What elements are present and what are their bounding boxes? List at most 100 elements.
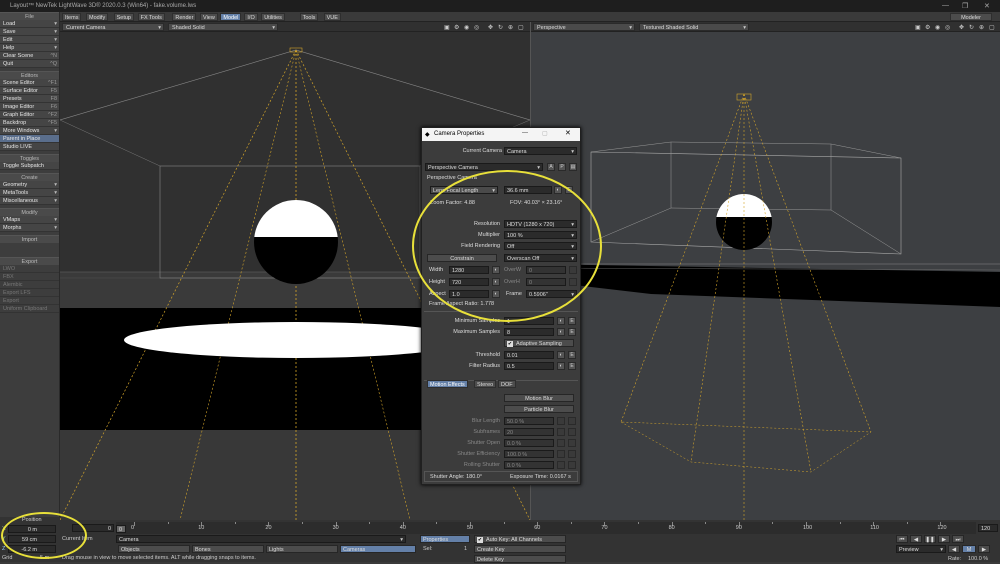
maximize-view-icon[interactable]: ▢ bbox=[518, 24, 524, 31]
cameras-button[interactable]: Cameras bbox=[340, 545, 416, 553]
editors-item-parent-in-place[interactable]: Parent in Place bbox=[0, 135, 59, 143]
file-item-help[interactable]: Help ▾ bbox=[0, 44, 59, 52]
create-key-button[interactable]: Create Key bbox=[474, 545, 566, 553]
max-samples-e-button[interactable]: E bbox=[568, 328, 576, 336]
tab-tools[interactable]: Tools bbox=[299, 13, 319, 21]
tab-render[interactable]: Render bbox=[172, 13, 197, 21]
current-camera-select[interactable]: Camera bbox=[504, 147, 577, 155]
prev-key-icon[interactable]: ◀ bbox=[910, 535, 922, 543]
gear-icon[interactable]: ⚙ bbox=[925, 24, 930, 31]
tab-motion-effects[interactable]: Motion Effects bbox=[427, 380, 468, 388]
move-view-icon[interactable]: ✥ bbox=[959, 24, 964, 31]
export-item-export[interactable]: Export bbox=[0, 297, 59, 305]
last-frame-icon[interactable]: ⏭ bbox=[952, 535, 964, 543]
tab-i-o[interactable]: I/O bbox=[244, 13, 258, 21]
max-samples-envelope-icon[interactable]: ◐ bbox=[557, 328, 565, 336]
frame-slider-handle[interactable]: 0 bbox=[116, 525, 126, 533]
tab-items[interactable]: Items bbox=[62, 13, 82, 21]
export-item-export-lfs[interactable]: Export LFS bbox=[0, 289, 59, 297]
gear-icon[interactable]: ⚙ bbox=[454, 24, 459, 31]
auto-key-checkbox-icon[interactable]: ✔ bbox=[477, 537, 483, 543]
step-back-icon[interactable]: ◀ bbox=[948, 545, 960, 553]
eye-icon[interactable]: ◎ bbox=[474, 24, 479, 31]
tab-view[interactable]: View bbox=[200, 13, 218, 21]
motion-blur-button[interactable]: Motion Blur bbox=[504, 394, 574, 402]
current-item-select[interactable]: Camera bbox=[116, 535, 406, 543]
m-button[interactable]: M bbox=[962, 545, 976, 553]
file-item-edit[interactable]: Edit ▾ bbox=[0, 36, 59, 44]
editors-item-presets[interactable]: Presets F8 bbox=[0, 95, 59, 103]
viewport-right[interactable] bbox=[531, 32, 1000, 520]
rotate-view-icon[interactable]: ↻ bbox=[969, 24, 974, 31]
zoom-view-icon[interactable]: ⊕ bbox=[979, 24, 984, 31]
maximize-view-icon[interactable]: ▢ bbox=[989, 24, 995, 31]
pause-icon[interactable]: ❚❚ bbox=[924, 535, 936, 543]
threshold-envelope-icon[interactable]: ◐ bbox=[557, 351, 565, 359]
export-item-alembic[interactable]: Alembic bbox=[0, 281, 59, 289]
render-icon[interactable]: ◉ bbox=[464, 24, 469, 31]
filter-radius-field[interactable]: 0.5 bbox=[504, 362, 554, 370]
maximize-icon[interactable]: ❐ bbox=[962, 2, 968, 10]
viewport-right-shading-select[interactable]: Textured Shaded Solid bbox=[639, 23, 749, 32]
next-key-icon[interactable]: ▶ bbox=[938, 535, 950, 543]
timeline[interactable]: 0 10 20 30 40 50 60 70 80 90 100 110 120 bbox=[116, 522, 976, 534]
tab-dof[interactable]: DOF bbox=[498, 380, 516, 388]
export-item-fbx[interactable]: FBX bbox=[0, 273, 59, 281]
modeler-button[interactable]: Modeler bbox=[950, 13, 992, 21]
move-view-icon[interactable]: ✥ bbox=[488, 24, 493, 31]
camera-view-icon[interactable]: ▣ bbox=[915, 24, 921, 31]
min-samples-e-button[interactable]: E bbox=[568, 317, 576, 325]
create-item-geometry[interactable]: Geometry ▾ bbox=[0, 181, 59, 189]
export-item-lwo[interactable]: LWO bbox=[0, 265, 59, 273]
file-item-quit[interactable]: Quit ^Q bbox=[0, 60, 59, 68]
tab-fx-tools[interactable]: FX Tools bbox=[137, 13, 165, 21]
properties-button[interactable]: Properties bbox=[420, 535, 470, 543]
tab-model[interactable]: Model bbox=[220, 13, 242, 21]
end-frame-field[interactable]: 120 bbox=[978, 524, 998, 532]
editors-item-backdrop[interactable]: Backdrop ^F5 bbox=[0, 119, 59, 127]
bones-button[interactable]: Bones bbox=[192, 545, 264, 553]
threshold-field[interactable]: 0.01 bbox=[504, 351, 554, 359]
tab-utilities[interactable]: Utilities bbox=[261, 13, 285, 21]
threshold-e-button[interactable]: E bbox=[568, 351, 576, 359]
editors-item-surface-editor[interactable]: Surface Editor F5 bbox=[0, 87, 59, 95]
editors-item-scene-editor[interactable]: Scene Editor ^F1 bbox=[0, 79, 59, 87]
objects-button[interactable]: Objects bbox=[118, 545, 190, 553]
tab-vue[interactable]: VUE bbox=[323, 13, 341, 21]
tab-stereo[interactable]: Stereo bbox=[474, 380, 497, 388]
modify-item-morphs[interactable]: Morphs ▾ bbox=[0, 224, 59, 232]
camera-type-select[interactable]: Perspective Camera bbox=[425, 163, 543, 171]
dialog-minimize-icon[interactable]: — bbox=[522, 130, 528, 136]
file-item-clear-scene[interactable]: Clear Scene ^N bbox=[0, 52, 59, 60]
adaptive-sampling-toggle[interactable]: ✔ Adaptive Sampling bbox=[504, 339, 574, 347]
camera-p-button[interactable]: P bbox=[558, 163, 566, 171]
viewport-right-view-select[interactable]: Perspective bbox=[533, 23, 635, 32]
render-icon[interactable]: ◉ bbox=[935, 24, 940, 31]
eye-icon[interactable]: ◎ bbox=[945, 24, 950, 31]
lights-button[interactable]: Lights bbox=[266, 545, 338, 553]
auto-key-toggle[interactable]: ✔ Auto Key: All Channels bbox=[474, 535, 566, 543]
editors-item-studio-live[interactable]: Studio LIVE bbox=[0, 143, 59, 151]
file-item-save[interactable]: Save ▾ bbox=[0, 28, 59, 36]
toggles-item-toggle-subpatch[interactable]: Toggle Subpatch bbox=[0, 162, 59, 170]
filter-radius-e-button[interactable]: E bbox=[568, 362, 576, 370]
camera-view-icon[interactable]: ▣ bbox=[444, 24, 450, 31]
dialog-title-bar[interactable]: ◆ Camera Properties — ▢ ✕ bbox=[422, 128, 580, 141]
modify-item-vmaps[interactable]: VMaps ▾ bbox=[0, 216, 59, 224]
camera-a-button[interactable]: A bbox=[547, 163, 555, 171]
first-frame-icon[interactable]: ⏮ bbox=[896, 535, 908, 543]
editors-item-image-editor[interactable]: Image Editor F6 bbox=[0, 103, 59, 111]
rotate-view-icon[interactable]: ↻ bbox=[498, 24, 503, 31]
dialog-close-icon[interactable]: ✕ bbox=[565, 129, 571, 137]
editors-item-more-windows[interactable]: More Windows ▾ bbox=[0, 127, 59, 135]
camera-options-icon[interactable]: ▤ bbox=[569, 163, 577, 171]
viewport-left-shading-select[interactable]: Shaded Solid bbox=[168, 23, 278, 32]
editors-item-graph-editor[interactable]: Graph Editor ^F2 bbox=[0, 111, 59, 119]
export-item-uniform-clipboard[interactable]: Uniform Clipboard bbox=[0, 305, 59, 313]
zoom-view-icon[interactable]: ⊕ bbox=[508, 24, 513, 31]
minimize-icon[interactable]: — bbox=[942, 2, 949, 9]
min-samples-envelope-icon[interactable]: ◐ bbox=[557, 317, 565, 325]
create-item-metatools[interactable]: MetaTools ▾ bbox=[0, 189, 59, 197]
viewport-left-view-select[interactable]: Current Camera bbox=[62, 23, 164, 32]
tab-setup[interactable]: Setup bbox=[113, 13, 134, 21]
